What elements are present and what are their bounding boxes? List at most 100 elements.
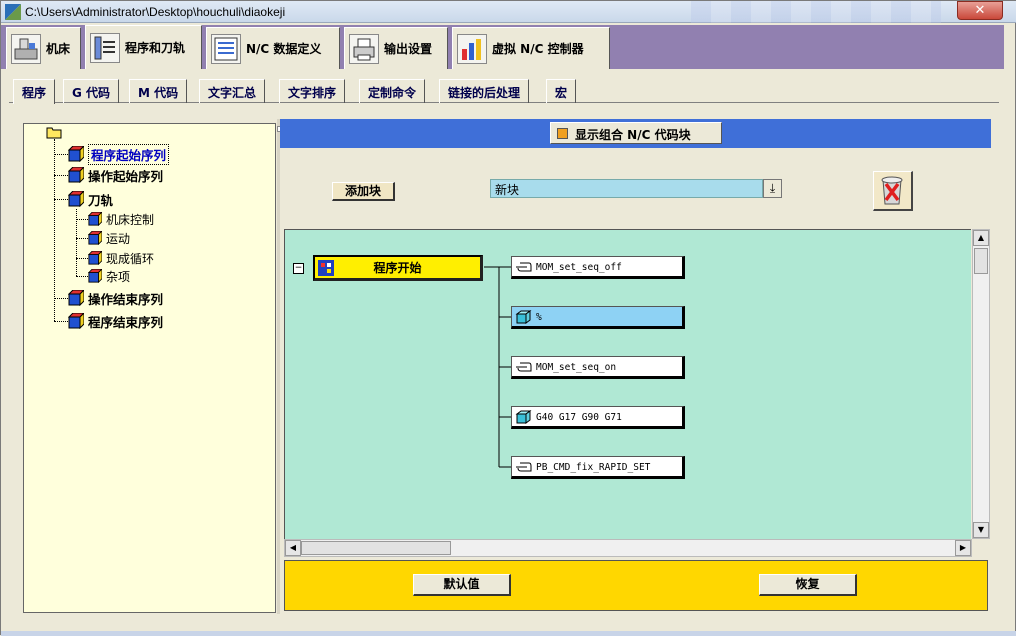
cube-icon	[68, 290, 84, 306]
command-block[interactable]: %	[511, 306, 685, 329]
tree-item-toolpath[interactable]: 刀轨	[68, 190, 113, 208]
scroll-left-icon[interactable]: ◀	[285, 540, 301, 556]
tree-label: 程序结束序列	[88, 314, 164, 330]
tab-label: 虚拟 N/C 控制器	[492, 42, 584, 56]
window-title: C:\Users\Administrator\Desktop\houchuli\…	[25, 5, 286, 19]
dropdown-arrow-icon[interactable]: ⤓	[763, 179, 782, 198]
background-decoration	[691, 1, 941, 23]
cube-icon	[68, 191, 84, 207]
cube-icon	[515, 410, 532, 424]
cube-icon	[68, 313, 84, 329]
tree-item-canned-cycle[interactable]: 现成循环	[88, 249, 154, 267]
command-block[interactable]: PB_CMD_fix_RAPID_SET	[511, 456, 685, 479]
hand-pointer-icon	[516, 262, 532, 272]
tree-item-misc[interactable]: 杂项	[88, 267, 130, 285]
tree-item-machine-control[interactable]: 机床控制	[88, 210, 154, 228]
tab-nc-data-definition[interactable]: N/C 数据定义	[206, 27, 340, 69]
tab-output-settings[interactable]: 输出设置	[344, 27, 448, 69]
tree-label: 操作结束序列	[88, 291, 164, 307]
command-block[interactable]: MOM_set_seq_on	[511, 356, 685, 379]
scroll-up-icon[interactable]: ▲	[973, 230, 989, 246]
tab-label: N/C 数据定义	[246, 42, 322, 56]
tab-label: 机床	[46, 42, 71, 56]
cube-icon	[88, 212, 102, 226]
hand-pointer-icon	[516, 462, 532, 472]
main-window: C:\Users\Administrator\Desktop\houchuli\…	[0, 0, 1016, 636]
trash-icon	[881, 176, 903, 205]
tree-label: 机床控制	[106, 212, 155, 227]
tree-item-operation-start[interactable]: 操作起始序列	[68, 166, 163, 184]
machine-icon	[11, 33, 41, 64]
tree-label: 操作起始序列	[88, 168, 164, 184]
subtab-custom-command[interactable]: 定制命令	[359, 79, 426, 103]
tree-item-operation-end[interactable]: 操作结束序列	[68, 289, 163, 307]
trash-button[interactable]	[873, 171, 913, 211]
tab-label: 程序和刀轨	[125, 41, 186, 55]
command-label: MOM_set_seq_on	[536, 362, 617, 373]
command-label: PB_CMD_fix_RAPID_SET	[536, 462, 651, 473]
main-tab-bar: 机床 程序和刀轨 N/C 数据定义 输出设置 虚拟 N/C 控制器	[1, 25, 1004, 69]
command-label: MOM_set_seq_off	[536, 262, 622, 273]
tree-label: 杂项	[106, 269, 131, 284]
cube-icon	[88, 251, 102, 265]
tree-label: 现成循环	[106, 251, 155, 266]
tree-item-motion[interactable]: 运动	[88, 229, 130, 247]
default-button[interactable]: 默认值	[413, 574, 511, 596]
subtab-g-code[interactable]: G 代码	[63, 79, 120, 103]
command-block[interactable]: G40 G17 G90 G71	[511, 406, 685, 429]
subtab-macro[interactable]: 宏	[546, 79, 577, 103]
taskbar-strip	[1, 631, 1016, 636]
folder-icon	[46, 127, 62, 139]
subtab-word-summary[interactable]: 文字汇总	[199, 79, 266, 103]
command-block[interactable]: MOM_set_seq_off	[511, 256, 685, 279]
subtab-m-code[interactable]: M 代码	[129, 79, 188, 103]
new-block-field[interactable]: 新块	[490, 179, 763, 198]
tree-label: 刀轨	[88, 192, 114, 208]
controller-icon	[457, 33, 487, 64]
subtab-linked-posts[interactable]: 链接的后处理	[439, 79, 530, 103]
action-bar	[284, 560, 988, 611]
cube-icon	[68, 146, 84, 162]
panel-splitter[interactable]	[277, 119, 280, 614]
cube-icon	[515, 310, 532, 324]
printer-icon	[349, 33, 379, 64]
checkbox-indicator[interactable]	[557, 128, 568, 139]
title-bar: C:\Users\Administrator\Desktop\houchuli\…	[1, 1, 1016, 23]
toggle-label: 显示组合 N/C 代码块	[575, 128, 691, 142]
tab-machine[interactable]: 机床	[6, 27, 81, 69]
combined-nc-block-toggle[interactable]: 显示组合 N/C 代码块	[550, 122, 722, 144]
nc-data-icon	[211, 33, 241, 64]
start-node-label: 程序开始	[373, 261, 422, 275]
program-start-node[interactable]: 程序开始	[313, 255, 483, 281]
scroll-right-icon[interactable]: ▶	[955, 540, 971, 556]
command-label: G40 G17 G90 G71	[536, 412, 622, 423]
toolpath-icon	[90, 32, 120, 63]
scroll-down-icon[interactable]: ▼	[973, 522, 989, 538]
tree-label: 程序起始序列	[88, 143, 170, 165]
tree-item-program-end[interactable]: 程序结束序列	[68, 312, 163, 330]
close-button[interactable]: ✕	[957, 1, 1003, 20]
subtab-word-sequencing[interactable]: 文字排序	[279, 79, 346, 103]
add-block-button[interactable]: 添加块	[332, 182, 395, 201]
vertical-scrollbar[interactable]: ▲ ▼	[972, 229, 990, 539]
tab-virtual-nc-controller[interactable]: 虚拟 N/C 控制器	[452, 27, 610, 69]
subtab-program[interactable]: 程序	[13, 79, 56, 104]
cube-icon	[88, 269, 102, 283]
scroll-thumb[interactable]	[974, 248, 988, 274]
restore-button[interactable]: 恢复	[759, 574, 857, 596]
tree-item-program-start[interactable]: 程序起始序列	[68, 143, 170, 165]
collapse-toggle[interactable]: −	[293, 263, 304, 274]
cube-icon	[88, 231, 102, 245]
sub-tab-bar: 程序 G 代码 M 代码 文字汇总 文字排序 定制命令 链接的后处理 宏	[9, 79, 999, 104]
program-tree: 程序起始序列 操作起始序列 刀轨 机床控制 运动 现成循环 杂项 操作结束序列	[23, 123, 276, 613]
command-label: %	[536, 312, 542, 323]
tab-program-toolpath[interactable]: 程序和刀轨	[85, 25, 202, 69]
cube-icon	[68, 167, 84, 183]
hand-pointer-icon	[516, 362, 532, 372]
start-icon	[318, 260, 334, 276]
horizontal-scrollbar[interactable]: ◀ ▶	[284, 539, 972, 557]
scroll-thumb[interactable]	[301, 541, 451, 555]
app-icon	[5, 4, 21, 20]
tab-label: 输出设置	[384, 42, 433, 56]
tree-label: 运动	[106, 231, 131, 246]
